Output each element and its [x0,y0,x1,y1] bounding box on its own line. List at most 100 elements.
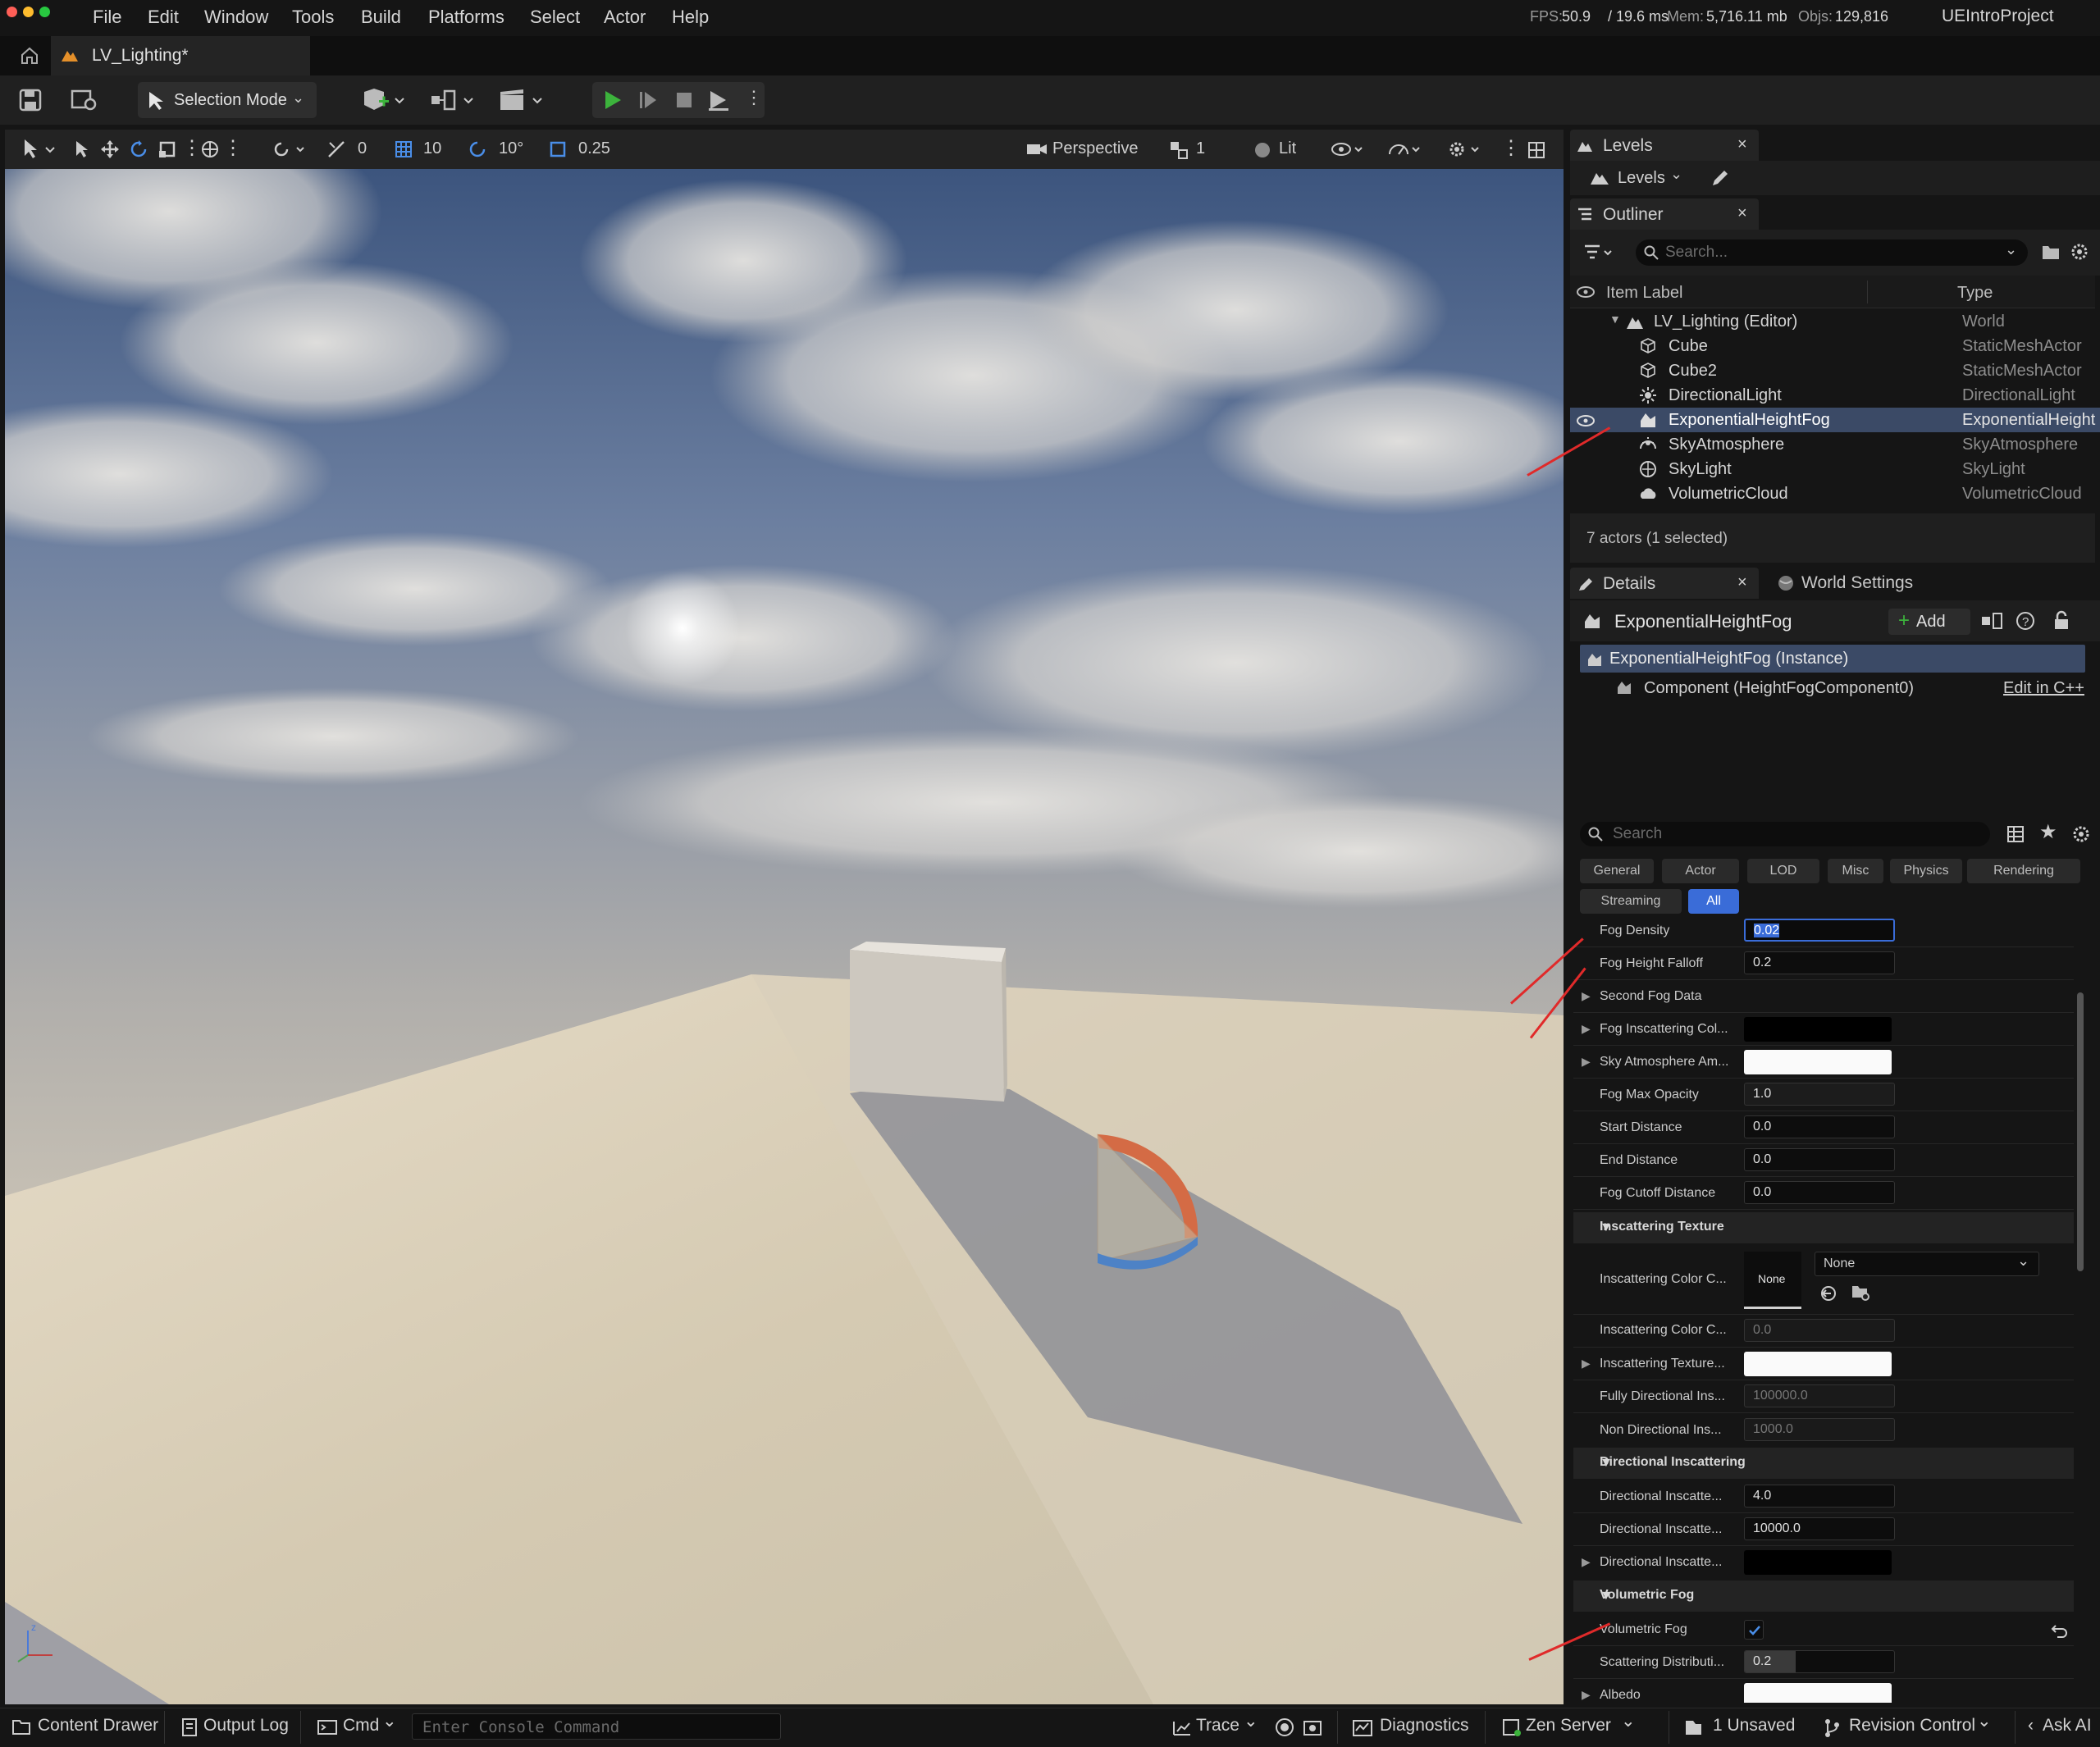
select-tool-icon[interactable] [72,139,92,159]
menu-platforms[interactable]: Platforms [428,7,504,28]
filter-streaming[interactable]: Streaming [1580,889,1682,914]
close-icon[interactable]: × [1737,204,1747,223]
browse-asset-icon[interactable] [1851,1283,1870,1302]
scale-snap-icon[interactable] [548,139,568,159]
outliner-row[interactable]: ExponentialHeightFog ExponentialHeight [1570,408,2100,432]
grid-snap-icon[interactable] [394,139,413,159]
add-component-button[interactable]: + Add [1888,609,1970,635]
filter-misc[interactable]: Misc [1828,859,1883,883]
non-directional-field[interactable]: 1000.0 [1744,1418,1895,1441]
filter-physics[interactable]: Physics [1890,859,1962,883]
angle-snap-icon[interactable] [468,139,487,159]
settings-gear-icon[interactable] [1447,139,1485,159]
level-viewport[interactable]: z [5,130,1564,1704]
add-actor-icon[interactable] [361,87,405,113]
outliner-row[interactable]: SkyLight SkyLight [1570,457,2100,481]
menu-tools[interactable]: Tools [292,7,334,28]
section-volumetric-fog[interactable]: ▼ Volumetric Fog [1573,1581,2074,1612]
expand-arrow-icon[interactable]: ▼ [1609,312,1621,326]
lock-icon[interactable] [2052,610,2072,632]
fully-directional-field[interactable]: 100000.0 [1744,1384,1895,1407]
details-scrollbar[interactable] [2077,992,2084,1271]
world-settings-tab[interactable]: World Settings [1801,573,1913,593]
help-icon[interactable]: ? [2015,610,2036,632]
home-icon[interactable] [20,46,39,66]
prop-field[interactable]: 0.2 [1744,951,1895,974]
menu-select[interactable]: Select [530,7,580,28]
minimize-window-button[interactable] [23,7,34,17]
menu-edit[interactable]: Edit [148,7,179,28]
visibility-eye-icon[interactable] [1577,414,1595,427]
expand-arrow-icon[interactable]: ▶ [1582,1055,1591,1069]
menu-file[interactable]: File [93,7,121,28]
viewport-more-icon[interactable]: ⋮ [1501,136,1521,160]
albedo-color[interactable] [1744,1683,1892,1703]
outliner-row[interactable]: VolumetricCloud VolumetricCloud [1570,481,2100,506]
dir-start-distance-field[interactable]: 10000.0 [1744,1517,1895,1540]
maximize-window-button[interactable] [39,7,50,17]
menu-window[interactable]: Window [204,7,268,28]
cinematics-icon[interactable] [497,87,545,113]
outliner-tab[interactable]: Outliner × [1570,198,1759,230]
camera-speed-value[interactable]: 1 [1196,139,1205,158]
output-log-button[interactable]: Output Log [203,1716,289,1736]
expand-arrow-icon[interactable]: ▶ [1582,1357,1591,1371]
add-folder-icon[interactable] [2041,243,2061,261]
transform-mode-icon[interactable] [21,138,59,161]
col-type[interactable]: Type [1957,284,1993,303]
surface-snap-icon[interactable] [272,139,308,159]
prop-field[interactable]: 0.0 [1744,1148,1895,1171]
blueprint-icon[interactable] [428,87,476,113]
content-drawer-button[interactable]: Content Drawer [38,1716,158,1736]
insc-texture-tint-color[interactable] [1744,1352,1892,1376]
blueprint-convert-icon[interactable] [1980,612,2003,630]
selection-mode-dropdown[interactable]: Selection Mode ⌄ [138,82,317,118]
levels-tab[interactable]: Levels × [1570,130,1759,161]
details-search-input[interactable]: Search [1580,822,1990,846]
outliner-row[interactable]: SkyAtmosphere SkyAtmosphere [1570,432,2100,457]
close-window-button[interactable] [7,7,17,17]
grid-snap-value[interactable]: 10 [423,139,441,158]
expand-arrow-icon[interactable]: ▶ [1582,1688,1591,1702]
close-icon[interactable]: × [1737,573,1747,592]
prop-field[interactable]: 0.02 [1744,919,1895,942]
more-snap-icon[interactable]: ⋮ [223,136,243,160]
levels-dropdown[interactable]: Levels [1618,169,1665,188]
insc-color-cubemap2-field[interactable]: 0.0 [1744,1319,1895,1342]
scattering-distribution-slider[interactable]: 0.2 [1744,1650,1895,1673]
prop-field[interactable]: 1.0 [1744,1083,1895,1106]
outliner-search-input[interactable]: Search... ⌄ [1636,239,2028,266]
move-tool-icon[interactable] [100,139,120,159]
menu-build[interactable]: Build [361,7,401,28]
outliner-row[interactable]: Cube StaticMeshActor [1570,334,2100,358]
volumetric-fog-checkbox[interactable] [1744,1620,1764,1640]
instance-row[interactable]: ExponentialHeightFog (Instance) [1580,645,2085,673]
dir-luminance-color[interactable] [1744,1550,1892,1575]
eject-icon[interactable] [705,89,730,112]
more-tools-icon[interactable]: ⋮ [182,136,202,160]
favorite-star-icon[interactable]: ★ [2039,820,2057,844]
details-tab[interactable]: Details × [1570,568,1759,599]
dir-exponent-field[interactable]: 4.0 [1744,1485,1895,1508]
filter-icon[interactable] [1583,243,1616,262]
expand-arrow-icon[interactable]: ▶ [1582,1555,1591,1569]
filter-lod[interactable]: LOD [1747,859,1819,883]
scale-tool-icon[interactable] [158,139,177,159]
section-directional-inscattering[interactable]: ▼ Directional Inscattering [1573,1448,2074,1479]
ask-ai-button[interactable]: Ask AI [2043,1716,2092,1736]
close-icon[interactable]: × [1737,135,1747,154]
zen-server-dropdown[interactable]: Zen Server [1526,1716,1611,1736]
diagnostics-button[interactable]: Diagnostics [1380,1716,1469,1736]
browse-icon[interactable] [71,88,98,112]
outliner-settings-icon[interactable] [2069,241,2090,262]
outliner-row[interactable]: Cube2 StaticMeshActor [1570,358,2100,383]
rotate-tool-icon[interactable] [129,139,148,159]
save-icon[interactable] [18,88,43,112]
component-row[interactable]: Component (HeightFogComponent0) Edit in … [1580,674,2085,702]
texture-thumbnail[interactable]: None [1744,1252,1801,1309]
edit-pencil-icon[interactable] [1710,167,1731,189]
screenshot-icon[interactable] [1303,1717,1322,1737]
details-settings-icon[interactable] [2070,823,2092,845]
scale-snap-value[interactable]: 0.25 [578,139,610,158]
table-view-icon[interactable] [2006,825,2025,843]
